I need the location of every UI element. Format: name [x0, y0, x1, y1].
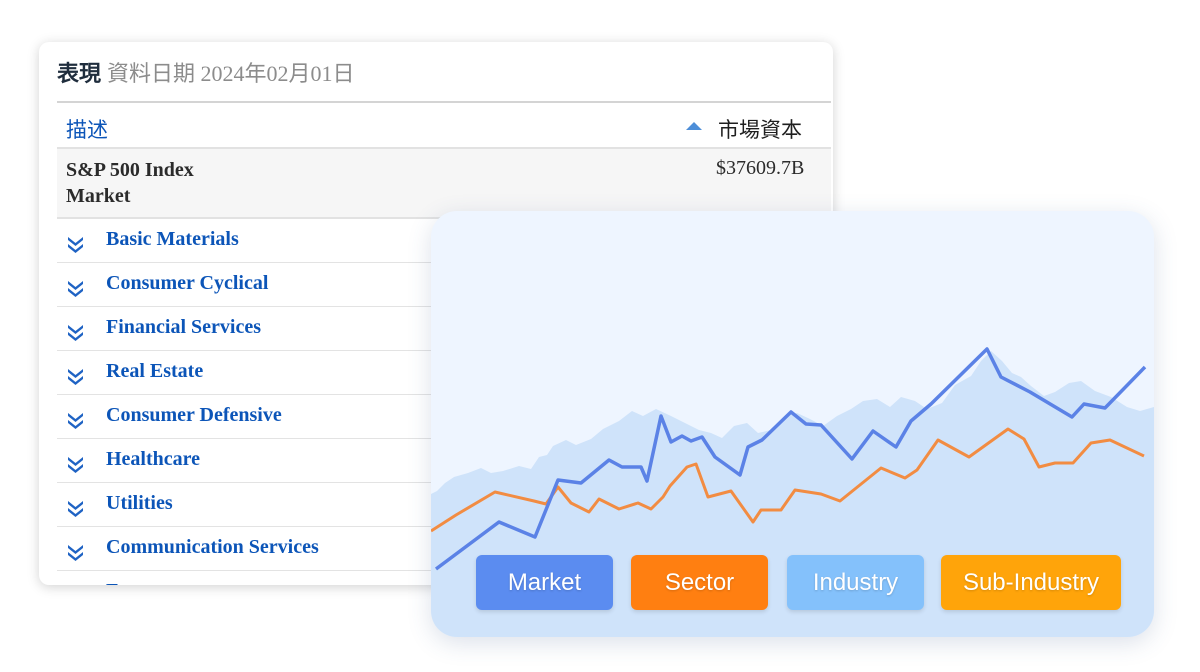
index-name: S&P 500 Index — [66, 159, 194, 181]
sector-name[interactable]: Consumer Cyclical — [106, 272, 268, 295]
column-header-market-cap[interactable]: 市場資本 — [718, 114, 802, 144]
sector-name[interactable]: E — [106, 580, 119, 585]
sector-name[interactable]: Healthcare — [106, 448, 200, 471]
double-chevron-down-icon[interactable] — [67, 323, 84, 341]
sector-name[interactable]: Basic Materials — [106, 228, 239, 251]
legend-industry-label: Industry — [812, 568, 899, 596]
legend-market-button[interactable]: Market — [476, 555, 613, 610]
column-header-description[interactable]: 描述 — [66, 114, 108, 144]
chart-card: Market Sector Industry Sub-Industry — [431, 211, 1154, 637]
double-chevron-down-icon[interactable] — [67, 499, 84, 517]
double-chevron-down-icon[interactable] — [67, 235, 84, 253]
card-title: 表現 — [57, 61, 102, 86]
double-chevron-down-icon[interactable] — [67, 367, 84, 385]
card-header: 表現 資料日期 2024年02月01日 — [57, 56, 355, 88]
legend-sub-industry-button[interactable]: Sub-Industry — [941, 555, 1121, 610]
legend-market-label: Market — [507, 568, 582, 596]
sort-up-icon[interactable] — [686, 122, 702, 130]
sector-name[interactable]: Financial Services — [106, 316, 261, 339]
legend-industry-button[interactable]: Industry — [787, 555, 924, 610]
table-header: 描述 市場資本 — [57, 103, 831, 149]
market-row: S&P 500 Index Market $37609.7B — [57, 149, 831, 219]
row-type: Market — [66, 185, 131, 207]
legend-sector-button[interactable]: Sector — [631, 555, 768, 610]
market-cap-value: $37609.7B — [716, 157, 805, 179]
sector-name[interactable]: Communication Services — [106, 536, 319, 559]
double-chevron-down-icon[interactable] — [67, 411, 84, 429]
data-date: 資料日期 2024年02月01日 — [107, 61, 355, 86]
sector-name[interactable]: Utilities — [106, 492, 173, 515]
sector-name[interactable]: Real Estate — [106, 360, 203, 383]
sector-name[interactable]: Consumer Defensive — [106, 404, 282, 427]
legend-sector-label: Sector — [664, 568, 735, 596]
legend-sub-industry-label: Sub-Industry — [962, 568, 1100, 596]
market-row-name: S&P 500 Index Market — [66, 157, 194, 209]
double-chevron-down-icon[interactable] — [67, 279, 84, 297]
double-chevron-down-icon[interactable] — [67, 455, 84, 473]
double-chevron-down-icon[interactable] — [67, 543, 84, 561]
